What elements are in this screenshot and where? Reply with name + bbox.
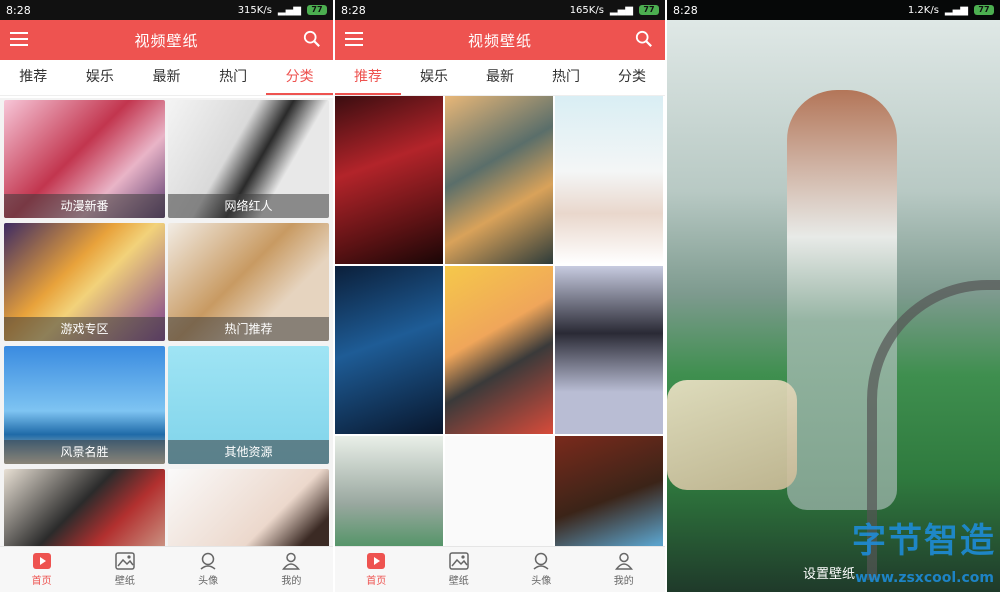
nav-mine[interactable]: 我的 <box>250 547 333 592</box>
wallpaper-thumb[interactable] <box>445 266 553 434</box>
nav-label: 壁纸 <box>448 576 469 587</box>
play-icon <box>32 553 51 569</box>
bottom-nav: 首页 壁纸 头像 我的 <box>335 546 665 592</box>
signal-icon: ▂▄▆ <box>944 4 968 16</box>
nav-label: 首页 <box>31 576 52 587</box>
bottom-nav: 首页 壁纸 头像 我的 <box>0 546 333 592</box>
network-speed: 1.2K/s <box>907 4 939 16</box>
tab-entertainment[interactable]: 娱乐 <box>401 60 467 95</box>
status-bar: 8:28 165K/s ▂▄▆ 77 <box>335 0 665 20</box>
menu-icon[interactable] <box>10 32 28 46</box>
category-label: 网络红人 <box>168 194 329 218</box>
avatar-icon <box>200 552 216 570</box>
app-title: 视频壁纸 <box>134 31 199 50</box>
status-bar: 8:28 1.2K/s ▂▄▆ 77 <box>667 0 1000 20</box>
category-label: 游戏专区 <box>4 317 165 341</box>
nav-label: 头像 <box>198 576 219 587</box>
category-card-other[interactable]: 其他资源 <box>168 346 329 464</box>
wallpaper-thumb[interactable] <box>335 436 443 546</box>
nav-avatar[interactable]: 头像 <box>167 547 250 592</box>
tab-category[interactable]: 分类 <box>266 60 333 95</box>
set-wallpaper-button[interactable]: 设置壁纸 <box>803 563 855 582</box>
network-speed: 315K/s <box>237 4 272 16</box>
tab-recommend[interactable]: 推荐 <box>0 60 67 95</box>
nav-home[interactable]: 首页 <box>335 547 418 592</box>
tab-recommend[interactable]: 推荐 <box>335 60 401 95</box>
category-label: 其他资源 <box>168 440 329 464</box>
status-time: 8:28 <box>673 3 698 17</box>
wallpaper-thumb-loading[interactable] <box>445 436 553 546</box>
watermark-url: www.zsxcool.com <box>855 570 994 586</box>
category-label: 风景名胜 <box>4 440 165 464</box>
user-icon <box>614 552 633 570</box>
nav-label: 我的 <box>281 576 302 587</box>
app-bar: 视频壁纸 <box>0 20 333 60</box>
play-icon <box>367 553 386 569</box>
category-card-anime[interactable]: 动漫新番 <box>4 100 165 218</box>
tab-hot[interactable]: 热门 <box>533 60 599 95</box>
nav-label: 我的 <box>613 576 634 587</box>
signal-icon: ▂▄▆ <box>609 4 633 16</box>
wallpaper-thumb[interactable] <box>335 266 443 434</box>
wallpaper-thumb[interactable] <box>445 96 553 264</box>
category-card-7[interactable] <box>4 469 165 546</box>
category-card-hot[interactable]: 热门推荐 <box>168 223 329 341</box>
tab-entertainment[interactable]: 娱乐 <box>67 60 134 95</box>
category-label: 动漫新番 <box>4 194 165 218</box>
phone-recommend-screen: 8:28 165K/s ▂▄▆ 77 视频壁纸 推荐 娱乐 最新 热门 分类 首… <box>335 0 665 592</box>
app-bar: 视频壁纸 <box>335 20 665 60</box>
tab-latest[interactable]: 最新 <box>133 60 200 95</box>
status-bar: 8:28 315K/s ▂▄▆ 77 <box>0 0 333 20</box>
tab-category[interactable]: 分类 <box>599 60 665 95</box>
wallpaper-thumb[interactable] <box>335 96 443 264</box>
signal-icon: ▂▄▆ <box>277 4 301 16</box>
tab-latest[interactable]: 最新 <box>467 60 533 95</box>
network-speed: 165K/s <box>569 4 604 16</box>
phone-preview-screen: 8:28 1.2K/s ▂▄▆ 77 设置壁纸 字节智造 www.zsxcool… <box>667 0 1000 592</box>
nav-label: 头像 <box>531 576 552 587</box>
status-time: 8:28 <box>341 3 366 17</box>
nav-label: 壁纸 <box>114 576 135 587</box>
nav-label: 首页 <box>366 576 387 587</box>
battery-icon: 77 <box>307 5 327 15</box>
wallpaper-thumb[interactable] <box>555 96 663 264</box>
search-icon[interactable] <box>303 30 321 48</box>
battery-icon: 77 <box>974 5 994 15</box>
user-icon <box>282 552 301 570</box>
wallpaper-thumb[interactable] <box>555 266 663 434</box>
menu-icon[interactable] <box>345 32 363 46</box>
tab-bar: 推荐 娱乐 最新 热门 分类 <box>0 60 333 96</box>
nav-home[interactable]: 首页 <box>0 547 83 592</box>
image-icon <box>115 552 135 570</box>
category-grid: 动漫新番 网络红人 游戏专区 热门推荐 风景名胜 其他资源 <box>0 98 333 546</box>
tab-hot[interactable]: 热门 <box>200 60 267 95</box>
wallpaper-preview-image <box>667 20 1000 592</box>
category-card-8[interactable] <box>168 469 329 546</box>
watermark-title: 字节智造 <box>852 521 996 561</box>
tab-bar: 推荐 娱乐 最新 热门 分类 <box>335 60 665 96</box>
category-label: 热门推荐 <box>168 317 329 341</box>
phone-category-screen: 8:28 315K/s ▂▄▆ 77 视频壁纸 推荐 娱乐 最新 热门 分类 动… <box>0 0 333 592</box>
wallpaper-thumb[interactable] <box>555 436 663 546</box>
category-card-scenery[interactable]: 风景名胜 <box>4 346 165 464</box>
status-time: 8:28 <box>6 3 31 17</box>
search-icon[interactable] <box>635 30 653 48</box>
nav-avatar[interactable]: 头像 <box>500 547 583 592</box>
nav-wallpaper[interactable]: 壁纸 <box>418 547 501 592</box>
nav-wallpaper[interactable]: 壁纸 <box>83 547 166 592</box>
nav-mine[interactable]: 我的 <box>583 547 666 592</box>
avatar-icon <box>533 552 549 570</box>
app-title: 视频壁纸 <box>467 31 532 50</box>
category-card-games[interactable]: 游戏专区 <box>4 223 165 341</box>
battery-icon: 77 <box>639 5 659 15</box>
screenshot-collage: 8:28 315K/s ▂▄▆ 77 视频壁纸 推荐 娱乐 最新 热门 分类 动… <box>0 0 1000 592</box>
wallpaper-grid <box>335 96 665 546</box>
image-icon <box>449 552 469 570</box>
category-card-influencer[interactable]: 网络红人 <box>168 100 329 218</box>
